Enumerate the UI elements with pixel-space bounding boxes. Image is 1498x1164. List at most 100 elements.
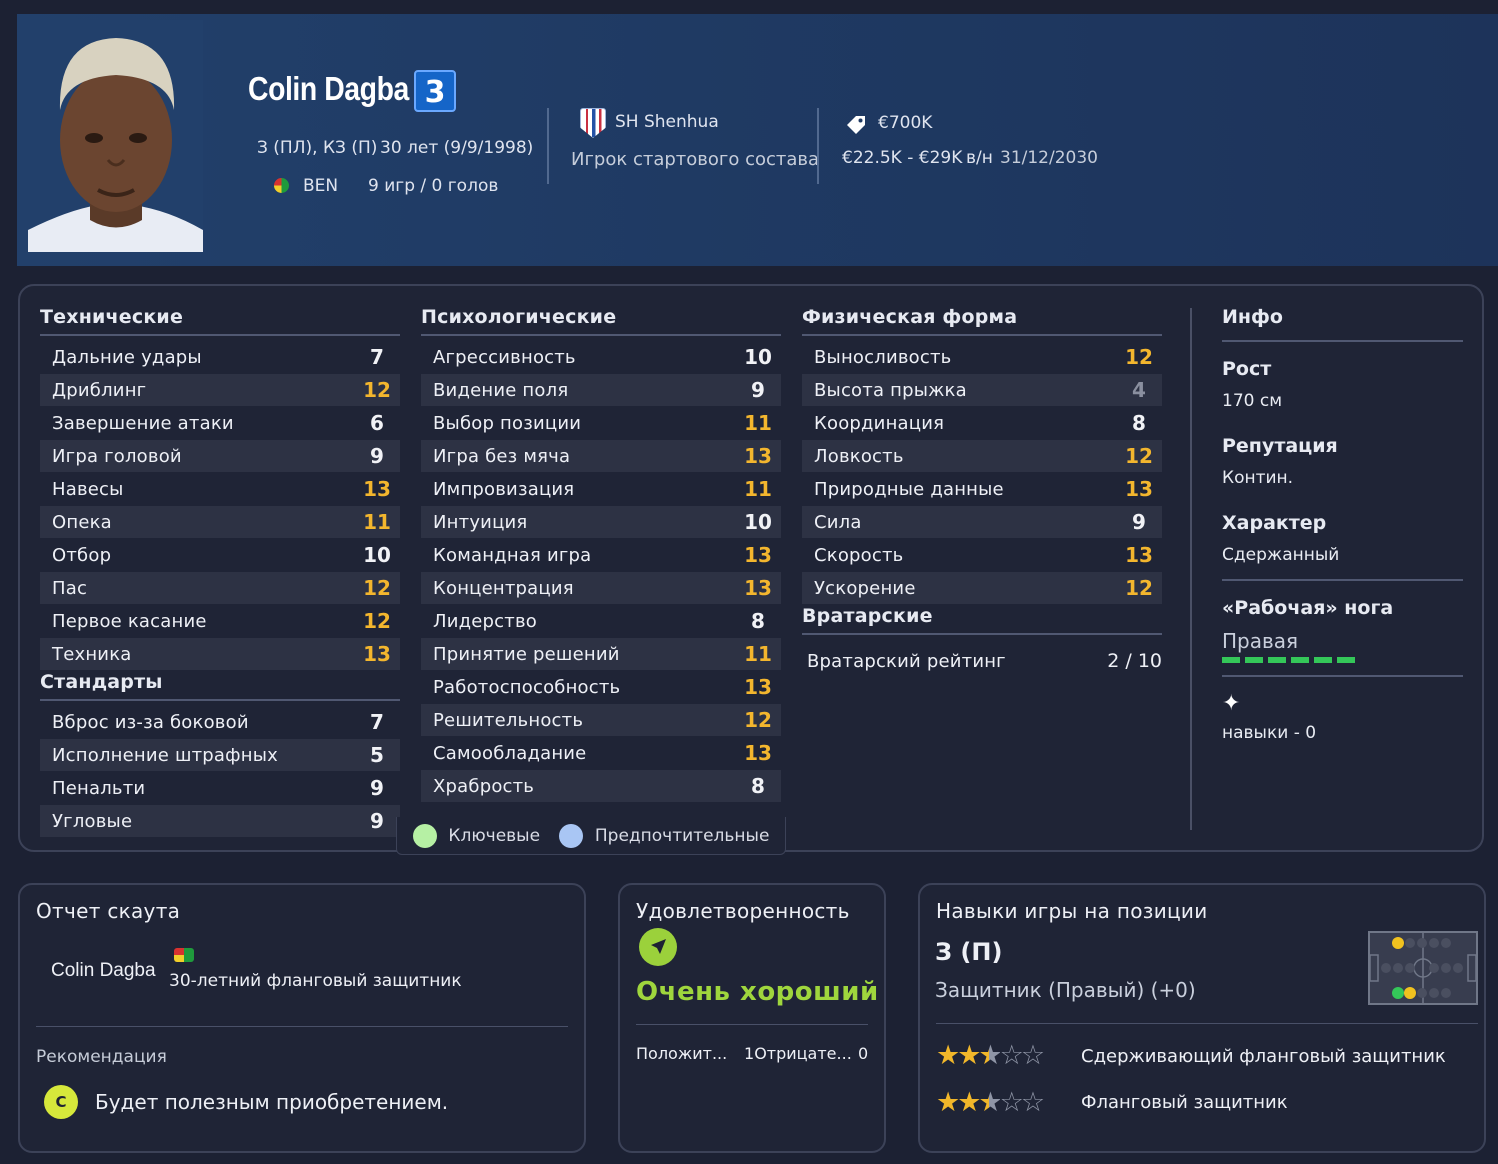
attribute-label: Игра головой xyxy=(52,445,182,467)
attribute-label: Интуиция xyxy=(433,511,528,533)
attribute-value: 12 xyxy=(363,609,391,633)
price-tag-icon xyxy=(845,113,867,135)
negative-count: 0 xyxy=(858,1044,869,1063)
attribute-row[interactable]: Лидерство 8 xyxy=(421,605,781,637)
recommendation-grade-badge: C xyxy=(44,1085,78,1119)
attribute-value: 13 xyxy=(1125,543,1153,567)
attribute-row[interactable]: Высота прыжка 4 xyxy=(802,374,1162,406)
club-name[interactable]: SH Shenhua xyxy=(615,112,719,132)
reputation-label: Репутация xyxy=(1222,435,1338,457)
attribute-row[interactable]: Видение поля 9 xyxy=(421,374,781,406)
attribute-value: 9 xyxy=(751,378,765,402)
attribute-row[interactable]: Храбрость 8 xyxy=(421,770,781,802)
position-role-detail: Защитник (Правый) (+0) xyxy=(935,978,1196,1002)
attribute-label: Ускорение xyxy=(814,577,916,599)
attribute-row[interactable]: Импровизация 11 xyxy=(421,473,781,505)
attribute-row[interactable]: Угловые 9 xyxy=(40,805,400,837)
player-positions: З (ПЛ), КЗ (П) xyxy=(257,138,378,158)
attribute-row[interactable]: Вброс из-за боковой 7 xyxy=(40,706,400,738)
attribute-row[interactable]: Выбор позиции 11 xyxy=(421,407,781,439)
goalkeeper-rating-label: Вратарский рейтинг xyxy=(807,650,1006,672)
player-header xyxy=(17,14,1498,266)
goalkeeper-rating-value: 2 / 10 xyxy=(1107,650,1162,672)
attribute-row[interactable]: Первое касание 12 xyxy=(40,605,400,637)
nationality[interactable]: BEN xyxy=(303,176,338,196)
attribute-label: Работоспособность xyxy=(433,676,621,698)
height-label: Рост xyxy=(1222,358,1272,380)
attribute-row[interactable]: Навесы 13 xyxy=(40,473,400,505)
role-2-name[interactable]: Фланговый защитник xyxy=(1081,1092,1288,1113)
satisfaction-level: Очень хороший xyxy=(636,977,879,1007)
preferred-attributes-label[interactable]: Предпочтительные xyxy=(595,826,770,846)
attribute-row[interactable]: Игра без мяча 13 xyxy=(421,440,781,472)
attribute-label: Выбор позиции xyxy=(433,412,582,434)
attribute-value: 8 xyxy=(751,609,765,633)
recommendation-label: Рекомендация xyxy=(36,1047,167,1067)
attribute-row[interactable]: Природные данные 13 xyxy=(802,473,1162,505)
attribute-row[interactable]: Опека 11 xyxy=(40,506,400,538)
goalkeeping-title: Вратарские xyxy=(802,605,1162,635)
reputation-value: Контин. xyxy=(1222,468,1294,488)
attribute-value: 10 xyxy=(744,510,772,534)
mental-column: Психологические Агрессивность 10 Видение п… xyxy=(421,306,781,802)
key-attributes-label[interactable]: Ключевые xyxy=(448,826,540,846)
physical-column: Физическая форма Выносливость 12 Высота пр… xyxy=(802,306,1162,677)
attribute-value: 12 xyxy=(1125,444,1153,468)
attribute-row[interactable]: Ускорение 12 xyxy=(802,572,1162,604)
attribute-row[interactable]: Агрессивность 10 xyxy=(421,341,781,373)
attribute-row[interactable]: Игра головой 9 xyxy=(40,440,400,472)
attribute-row[interactable]: Ловкость 12 xyxy=(802,440,1162,472)
attribute-label: Дриблинг xyxy=(52,379,147,401)
satisfaction-positive[interactable]: Положит... xyxy=(636,1044,727,1063)
attribute-row[interactable]: Дриблинг 12 xyxy=(40,374,400,406)
attribute-label: Ловкость xyxy=(814,445,904,467)
attribute-label: Техника xyxy=(52,643,132,665)
attribute-row[interactable]: Скорость 13 xyxy=(802,539,1162,571)
attribute-row[interactable]: Техника 13 xyxy=(40,638,400,670)
attribute-label: Пас xyxy=(52,577,88,599)
attribute-row[interactable]: Завершение атаки 6 xyxy=(40,407,400,439)
position-pitch-map[interactable] xyxy=(1368,931,1478,1005)
sparkle-icon: ✦ xyxy=(1222,691,1241,716)
attribute-row[interactable]: Концентрация 13 xyxy=(421,572,781,604)
traits-count[interactable]: навыки - 0 xyxy=(1222,723,1463,743)
attribute-value: 9 xyxy=(1132,510,1146,534)
attribute-value: 9 xyxy=(370,809,384,833)
mental-title: Психологические xyxy=(421,306,781,336)
scout-player-name[interactable]: Colin Dagba xyxy=(51,960,156,982)
attribute-row[interactable]: Принятие решений 11 xyxy=(421,638,781,670)
attribute-label: Выносливость xyxy=(814,346,952,368)
attribute-row[interactable]: Интуиция 10 xyxy=(421,506,781,538)
attribute-value: 12 xyxy=(1125,576,1153,600)
satisfaction-negative[interactable]: 1Отрицате... xyxy=(744,1044,852,1063)
attribute-row[interactable]: Решительность 12 xyxy=(421,704,781,736)
role-1-name[interactable]: Сдерживающий фланговый защитник xyxy=(1081,1046,1446,1067)
attribute-row[interactable]: Пенальти 9 xyxy=(40,772,400,804)
attribute-row[interactable]: Пас 12 xyxy=(40,572,400,604)
scout-flag-icon xyxy=(174,948,194,962)
negative-label: Отрицате... xyxy=(754,1044,852,1063)
attribute-row[interactable]: Координация 8 xyxy=(802,407,1162,439)
foot-strength-bar xyxy=(1222,657,1357,663)
attribute-row[interactable]: Командная игра 13 xyxy=(421,539,781,571)
attribute-label: Пенальти xyxy=(52,777,146,799)
attribute-row[interactable]: Работоспособность 13 xyxy=(421,671,781,703)
technical-column: Технические Дальние удары 7 Дриблинг 12 Заве… xyxy=(40,306,400,837)
attribute-value: 11 xyxy=(744,642,772,666)
attribute-row[interactable]: Выносливость 12 xyxy=(802,341,1162,373)
attribute-row[interactable]: Дальние удары 7 xyxy=(40,341,400,373)
technical-title: Технические xyxy=(40,306,400,336)
attribute-label: Координация xyxy=(814,412,945,434)
attribute-label: Лидерство xyxy=(433,610,537,632)
attribute-row[interactable]: Самообладание 13 xyxy=(421,737,781,769)
attribute-value: 10 xyxy=(744,345,772,369)
attribute-label: Навесы xyxy=(52,478,124,500)
attribute-row[interactable]: Исполнение штрафных 5 xyxy=(40,739,400,771)
season-stats: 9 игр / 0 голов xyxy=(368,176,499,196)
player-age: 30 лет (9/9/1998) xyxy=(380,138,534,158)
attribute-row[interactable]: Отбор 10 xyxy=(40,539,400,571)
scout-report-title: Отчет скаута xyxy=(36,899,181,923)
attribute-row[interactable]: Сила 9 xyxy=(802,506,1162,538)
squad-status: Игрок стартового состава xyxy=(571,149,820,170)
satisfaction-arrow-icon xyxy=(639,928,677,966)
